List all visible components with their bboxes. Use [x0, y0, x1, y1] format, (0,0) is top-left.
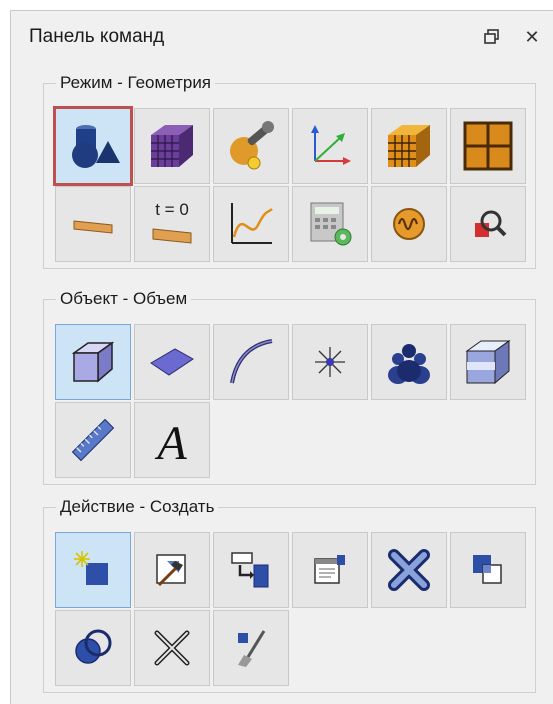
tool-delete[interactable]: [371, 532, 447, 608]
tool-properties[interactable]: [292, 532, 368, 608]
tool-edge-curve[interactable]: [213, 324, 289, 400]
volume-cube-icon: [71, 341, 115, 383]
float-window-button[interactable]: [479, 25, 505, 49]
tool-grid-frame[interactable]: [450, 108, 526, 184]
duplicate-icon: [473, 555, 502, 584]
tool-surface-face[interactable]: [134, 324, 210, 400]
boolean-intersect-icon: [75, 629, 112, 664]
group-object-volume: Объект - Объем A: [43, 288, 536, 485]
plate-section-icon: [73, 220, 113, 234]
ruler-icon: [71, 418, 115, 462]
modify-edit-icon: [156, 554, 186, 587]
svg-text:t = 0: t = 0: [155, 200, 189, 219]
tool-oscillator[interactable]: [371, 186, 447, 262]
transform-copy-icon: [231, 552, 269, 588]
tool-ruler[interactable]: [55, 402, 131, 478]
group-objects-icon: [388, 344, 430, 384]
tool-volume-cube[interactable]: [55, 324, 131, 400]
tool-mesh-cube-orange[interactable]: [371, 108, 447, 184]
tool-group-objects[interactable]: [371, 324, 447, 400]
inspect-zoom-icon: [475, 210, 507, 237]
text-annotation-icon: A: [154, 417, 187, 467]
tool-boolean-intersect[interactable]: [55, 610, 131, 686]
tool-vertex-point[interactable]: [292, 324, 368, 400]
panel-titlebar: Панель команд ✕: [11, 11, 553, 61]
close-panel-button[interactable]: ✕: [519, 25, 545, 49]
tool-calculator-settings[interactable]: [292, 186, 368, 262]
command-panel: Панель команд ✕ Режим - Геометрия t = 0 …: [10, 10, 553, 704]
grid-frame-icon: [463, 121, 513, 171]
tool-mesh-cube-purple[interactable]: [134, 108, 210, 184]
coordinate-axes-icon: [311, 125, 351, 165]
group-mode-geometry: Режим - Геометрия t = 0: [43, 72, 536, 269]
initial-condition-icon: t = 0: [152, 200, 192, 244]
calculator-settings-icon: [310, 202, 352, 246]
mesh-cube-purple-icon: [151, 125, 193, 167]
group-action-create: Действие - Создать: [43, 496, 536, 693]
group-mode-geometry-label: Режим - Геометрия: [56, 72, 216, 94]
tool-layered-cube[interactable]: [450, 324, 526, 400]
mesh-cube-orange-icon: [388, 125, 430, 167]
tool-create-new[interactable]: [55, 532, 131, 608]
panel-title: Панель команд: [29, 26, 165, 47]
tool-cut-split[interactable]: [134, 610, 210, 686]
create-new-icon: [74, 551, 108, 585]
layered-cube-icon: [465, 340, 511, 385]
tools-wrench-icon: [230, 121, 274, 170]
tool-transform-copy[interactable]: [213, 532, 289, 608]
cut-split-icon: [154, 630, 190, 666]
tool-text-annotation[interactable]: A: [134, 402, 210, 478]
edge-curve-icon: [230, 339, 273, 384]
svg-text:A: A: [154, 417, 187, 467]
tool-coordinate-axes[interactable]: [292, 108, 368, 184]
geometry-primitives-icon: [72, 125, 120, 168]
surface-face-icon: [150, 348, 194, 376]
tool-inspect-zoom[interactable]: [450, 186, 526, 262]
group-action-create-label: Действие - Создать: [56, 496, 219, 518]
tool-duplicate[interactable]: [450, 532, 526, 608]
properties-icon: [314, 555, 345, 584]
float-window-icon: [484, 29, 499, 44]
tool-initial-condition[interactable]: t = 0: [134, 186, 210, 262]
tool-clean-brush[interactable]: [213, 610, 289, 686]
vertex-point-icon: [315, 347, 345, 377]
graph-curve-icon: [231, 203, 273, 244]
tool-modify-edit[interactable]: [134, 532, 210, 608]
tool-plate-section[interactable]: [55, 186, 131, 262]
tool-wrench-tools[interactable]: [213, 108, 289, 184]
oscillator-icon: [393, 208, 425, 240]
tool-geometry-primitives[interactable]: [53, 106, 133, 186]
clean-brush-icon: [238, 630, 266, 667]
group-object-volume-label: Объект - Объем: [56, 288, 192, 310]
tool-graph-curve[interactable]: [213, 186, 289, 262]
delete-icon: [388, 549, 430, 591]
